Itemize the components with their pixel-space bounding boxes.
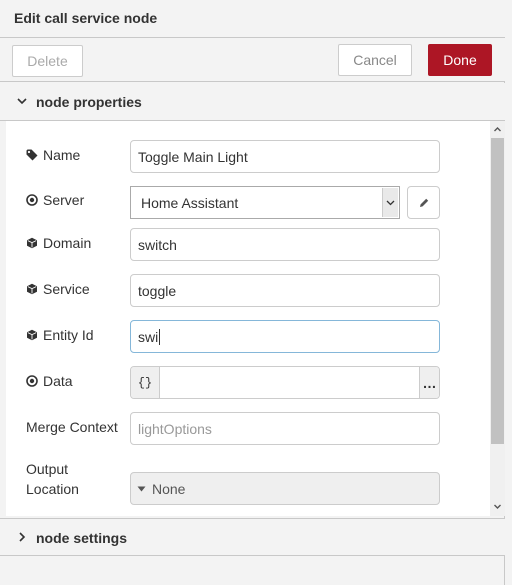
edit-tray: Edit call service node Delete Cancel Don… <box>0 0 505 585</box>
section-node-properties-header[interactable]: node properties <box>0 83 505 121</box>
dot-circle-icon <box>26 375 38 387</box>
server-label: Server <box>43 192 85 208</box>
output-location-select[interactable]: None <box>130 472 440 505</box>
pencil-icon <box>419 198 428 207</box>
output-location-value: None <box>152 480 186 497</box>
output-location-label-row: Output Location <box>26 459 79 499</box>
delete-button[interactable]: Delete <box>12 45 83 77</box>
dot-circle-icon <box>26 194 38 206</box>
server-label-row: Server <box>26 192 84 208</box>
domain-label: Domain <box>43 235 92 251</box>
tray-toolbar: Delete Cancel Done <box>0 38 505 82</box>
properties-scrollbar[interactable] <box>490 121 505 516</box>
cube-icon <box>27 283 37 295</box>
entity-id-input[interactable]: swi <box>130 320 440 353</box>
entity-id-label: Entity Id <box>43 327 94 343</box>
merge-context-label: Merge Context <box>26 419 118 435</box>
tag-icon <box>26 149 38 161</box>
cube-icon <box>27 237 37 249</box>
chevron-right-icon <box>19 532 26 542</box>
data-label: Data <box>43 373 73 389</box>
entity-id-value: swi <box>138 328 159 345</box>
entity-id-label-row: Entity Id <box>26 327 94 343</box>
service-label-row: Service <box>26 281 90 297</box>
section-node-settings-label: node settings <box>36 530 128 546</box>
service-input[interactable]: toggle <box>130 274 440 307</box>
scrollbar-thumb[interactable] <box>491 138 504 444</box>
scroll-down-icon[interactable] <box>494 503 501 510</box>
data-typed-input[interactable]: {} … <box>130 366 440 399</box>
done-button[interactable]: Done <box>428 44 492 76</box>
tray-title: Edit call service node <box>14 10 158 26</box>
edit-server-button[interactable] <box>407 186 440 219</box>
node-properties-panel: Name Toggle Main Light Server Home Assis… <box>6 121 490 516</box>
merge-context-label-row: Merge Context <box>26 419 118 435</box>
merge-context-input[interactable]: lightOptions <box>130 412 440 445</box>
chevron-down-icon[interactable] <box>382 188 398 217</box>
chevron-down-icon <box>17 98 27 105</box>
data-label-row: Data <box>26 373 73 389</box>
server-select[interactable]: Home Assistant <box>130 186 400 219</box>
section-node-properties-label: node properties <box>36 94 142 110</box>
server-select-value: Home Assistant <box>141 194 239 211</box>
name-label: Name <box>43 147 81 163</box>
service-label: Service <box>43 281 90 297</box>
tray-header: Edit call service node <box>0 0 505 38</box>
name-label-row: Name <box>26 147 80 163</box>
data-type-selector[interactable]: {} <box>131 367 160 398</box>
name-input[interactable]: Toggle Main Light <box>130 140 440 173</box>
cancel-button[interactable]: Cancel <box>338 44 412 76</box>
domain-input[interactable]: switch <box>130 228 440 261</box>
text-cursor <box>159 328 161 345</box>
data-expand-button[interactable]: … <box>419 367 439 398</box>
caret-down-icon <box>137 486 146 491</box>
cube-icon <box>27 329 37 341</box>
output-location-label-line2: Location <box>26 481 79 497</box>
scroll-up-icon[interactable] <box>494 126 501 133</box>
domain-label-row: Domain <box>26 235 91 251</box>
output-location-label-line1: Output <box>26 461 69 477</box>
section-node-settings-header[interactable]: node settings <box>0 518 505 556</box>
